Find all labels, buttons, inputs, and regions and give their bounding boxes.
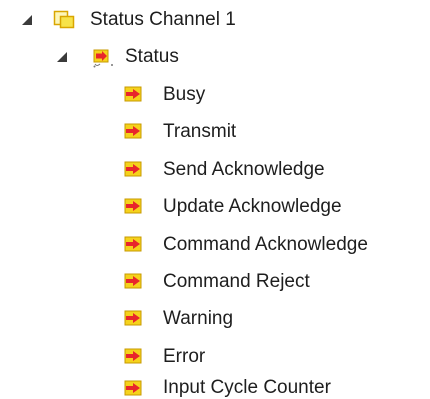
tree-leaf-label: Update Acknowledge: [163, 196, 342, 217]
input-variable-icon: [123, 378, 145, 399]
tree-node-label: Status: [125, 46, 179, 67]
input-variable-icon: [123, 308, 145, 330]
tree-view: Status Channel 1 Status Busy Transmit Se…: [0, 0, 430, 399]
tree-leaf-label: Command Reject: [163, 271, 310, 292]
tree-node-label: Status Channel 1: [90, 9, 236, 30]
input-variable-icon: [123, 159, 145, 181]
tree-leaf-label: Send Acknowledge: [163, 159, 325, 180]
tree-leaf-label: Error: [163, 346, 206, 367]
tree-leaf-label: Warning: [163, 308, 234, 329]
expand-collapse-toggle-icon[interactable]: [55, 50, 69, 64]
tree-leaf-label: Input Cycle Counter: [163, 377, 331, 398]
input-variable-icon: [123, 271, 145, 293]
input-variable-icon: [123, 346, 145, 368]
input-variable-icon: [123, 234, 145, 256]
tree-leaf-label: Busy: [163, 84, 206, 105]
status-struct-icon: [91, 46, 113, 68]
tree-leaf-label: Transmit: [163, 121, 237, 142]
input-variable-icon: [123, 84, 145, 106]
folder-channel-icon: [53, 9, 75, 31]
expand-collapse-toggle-icon[interactable]: [20, 13, 34, 27]
input-variable-icon: [123, 196, 145, 218]
tree-leaf-label: Command Acknowledge: [163, 234, 368, 255]
input-variable-icon: [123, 121, 145, 143]
